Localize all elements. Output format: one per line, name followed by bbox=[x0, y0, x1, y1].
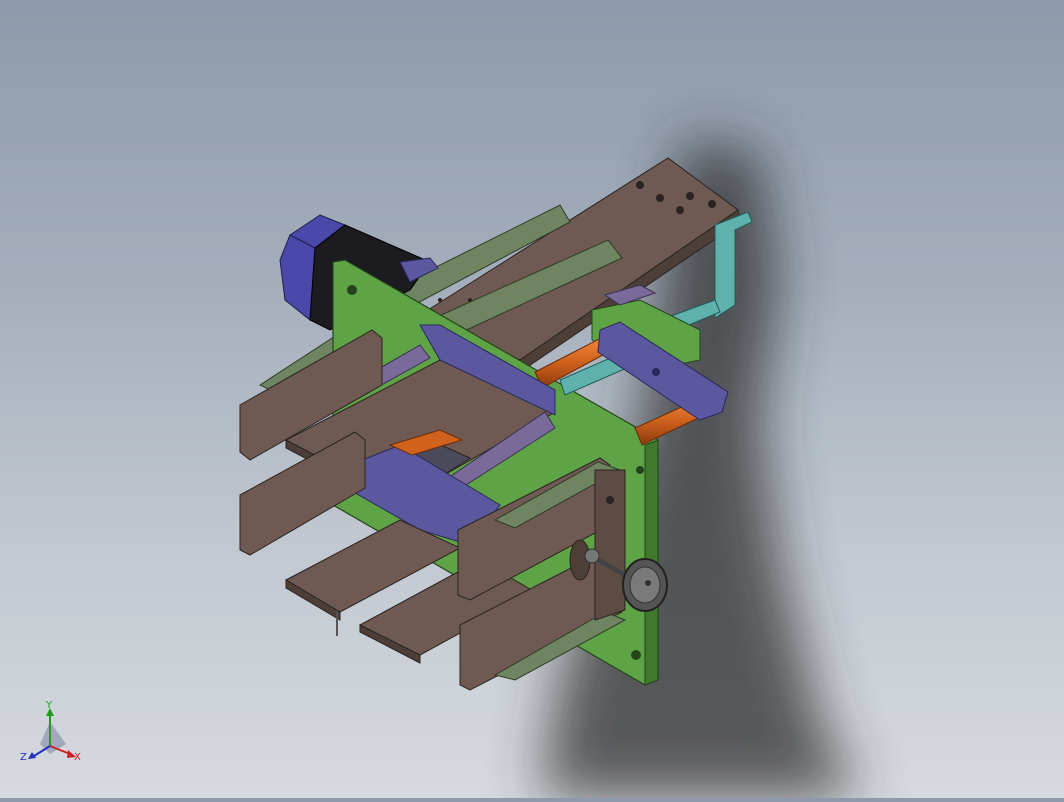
x-axis-label: X bbox=[74, 752, 81, 763]
z-axis-label: Z bbox=[20, 752, 27, 763]
coordinate-triad: Y X Z bbox=[18, 700, 88, 772]
y-axis-label: Y bbox=[45, 700, 53, 711]
cad-viewport[interactable]: Y X Z bbox=[0, 0, 1064, 798]
assembly-model[interactable] bbox=[0, 0, 1064, 798]
